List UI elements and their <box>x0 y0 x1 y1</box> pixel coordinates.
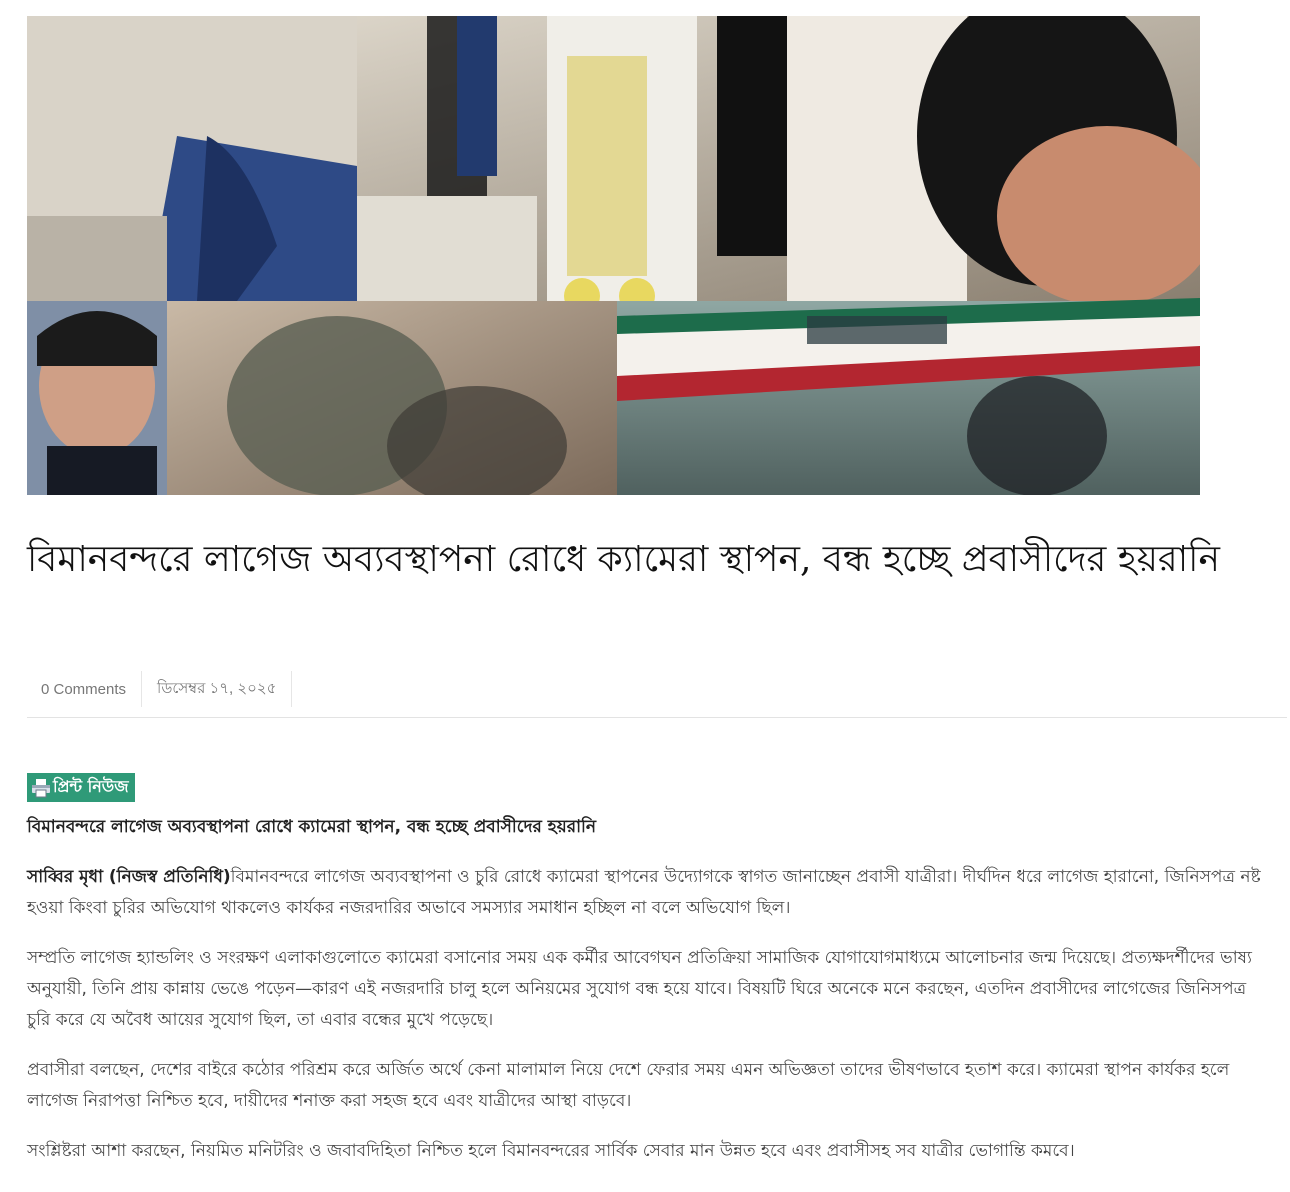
article-subtitle: বিমানবন্দরে লাগেজ অব্যবস্থাপনা রোধে ক্যা… <box>27 817 597 837</box>
featured-image-collage <box>27 16 1200 495</box>
comments-link[interactable]: 0 Comments <box>27 671 143 707</box>
featured-image <box>27 16 1200 495</box>
publish-date: ডিসেম্বর ১৭, ২০২৫ <box>142 671 293 707</box>
printer-icon <box>32 778 50 797</box>
print-news-button[interactable]: প্রিন্ট নিউজ <box>27 773 135 802</box>
meta-divider <box>27 717 1287 718</box>
paragraph-3: প্রবাসীরা বলছেন, দেশের বাইরে কঠোর পরিশ্র… <box>27 1060 1230 1111</box>
article-meta: 0 Comments ডিসেম্বর ১৭, ২০২৫ <box>27 671 293 707</box>
article-title: বিমানবন্দরে লাগেজ অব্যবস্থাপনা রোধে ক্যা… <box>27 539 1220 580</box>
paragraph-1: সাব্বির মৃধা (নিজস্ব প্রতিনিধি)বিমানবন্দ… <box>27 862 1267 924</box>
paragraph-2: সম্প্রতি লাগেজ হ্যান্ডলিং ও সংরক্ষণ এলাক… <box>27 948 1252 1030</box>
article-body: বিমানবন্দরে লাগেজ অব্যবস্থাপনা রোধে ক্যা… <box>27 812 1267 1186</box>
byline: সাব্বির মৃধা (নিজস্ব প্রতিনিধি) <box>27 867 231 887</box>
print-news-label: প্রিন্ট নিউজ <box>53 777 129 796</box>
paragraph-4: সংশ্লিষ্টরা আশা করছেন, নিয়মিত মনিটরিং ও… <box>27 1141 1075 1161</box>
